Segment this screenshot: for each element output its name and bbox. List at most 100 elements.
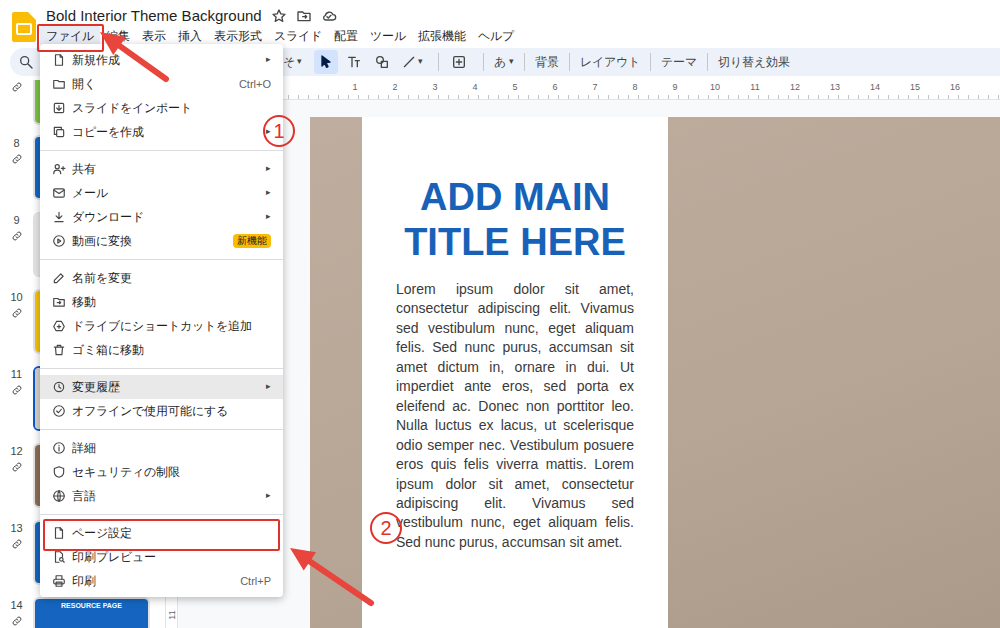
slide-number-column: 13 xyxy=(0,520,33,592)
menu-item[interactable]: メール▸ xyxy=(40,181,283,205)
select-tool[interactable] xyxy=(314,50,338,74)
menu-item[interactable]: 移動 xyxy=(40,290,283,314)
menu-item[interactable]: ドライブにショートカットを追加 xyxy=(40,314,283,338)
menu-bar-item[interactable]: 表示形式 xyxy=(208,26,268,46)
insert-icon xyxy=(451,54,467,70)
menu-item[interactable]: 新規作成▸ xyxy=(40,48,283,72)
caret-icon: ▾ xyxy=(418,55,423,69)
ruler-label: 13 xyxy=(815,80,855,99)
submenu-arrow-icon: ▸ xyxy=(261,162,271,176)
cloud-saved-icon xyxy=(321,8,337,24)
menu-item[interactable]: スライドをインポート xyxy=(40,96,283,120)
document-title[interactable]: Bold Interior Theme Background xyxy=(46,6,262,26)
textbox-icon xyxy=(346,54,362,70)
toolbar-separator xyxy=(650,53,651,71)
menu-item[interactable]: オフラインで使用可能にする xyxy=(40,399,283,423)
menu-item[interactable]: セキュリティの制限 xyxy=(40,460,283,484)
toolbar-button[interactable]: 背景 xyxy=(533,53,561,71)
zoom-label: そ xyxy=(283,53,295,71)
share-icon xyxy=(52,162,66,176)
slide-thumbnail-row[interactable]: 14RESOURCE PAGE xyxy=(0,592,165,628)
menu-bar-item[interactable]: ツール xyxy=(364,26,412,46)
menu-item[interactable]: 詳細 xyxy=(40,436,283,460)
search-icon xyxy=(18,54,34,70)
submenu-arrow-icon: ▸ xyxy=(261,210,271,224)
menu-item[interactable]: 印刷プレビュー xyxy=(40,545,283,569)
video-icon xyxy=(52,234,66,248)
menu-item[interactable]: 言語▸ xyxy=(40,484,283,508)
info-icon xyxy=(52,441,66,455)
menu-item-label: 新規作成 xyxy=(72,51,255,69)
slide-number-column: 14 xyxy=(0,597,33,628)
menu-item[interactable]: ダウンロード▸ xyxy=(40,205,283,229)
slide-number-column: 12 xyxy=(0,443,33,515)
ruler-label: 10 xyxy=(695,80,735,99)
toolbar-button[interactable]: レイアウト xyxy=(578,53,642,71)
link-icon xyxy=(11,615,23,627)
toolbar-button-label: 切り替え効果 xyxy=(718,53,790,71)
menu-item[interactable]: 動画に変換新機能 xyxy=(40,229,283,253)
slide[interactable]: ADD MAINTITLE HERE Lorem ipsum dolor sit … xyxy=(310,117,1000,628)
menu-item[interactable]: 共有▸ xyxy=(40,157,283,181)
link-icon xyxy=(11,384,23,396)
menu-bar-item[interactable]: 挿入 xyxy=(172,26,208,46)
shape-tool[interactable] xyxy=(370,50,394,74)
line-icon xyxy=(401,54,417,70)
select-icon xyxy=(318,54,334,70)
menu-bar-item[interactable]: ヘルプ xyxy=(472,26,520,46)
globe-icon xyxy=(52,489,66,503)
canvas: 12345678910111213141516 ADD MAINTITLE HE… xyxy=(178,80,1000,628)
ruler-label: 8 xyxy=(615,80,655,99)
textbox-tool[interactable] xyxy=(342,50,366,74)
menu-bar: ファイル編集表示挿入表示形式スライド配置ツール拡張機能ヘルプ xyxy=(40,26,1000,46)
submenu-arrow-icon: ▸ xyxy=(261,186,271,200)
mail-icon xyxy=(52,186,66,200)
shape-icon xyxy=(374,54,390,70)
ruler-label: 11 xyxy=(735,80,775,99)
offline-icon xyxy=(52,404,66,418)
move-icon xyxy=(52,295,66,309)
slide-thumbnail[interactable]: RESOURCE PAGE xyxy=(33,597,150,628)
menu-item[interactable]: 開くCtrl+O xyxy=(40,72,283,96)
toolbar-separator xyxy=(569,53,570,71)
menu-bar-item[interactable]: 拡張機能 xyxy=(412,26,472,46)
menu-item[interactable]: ページ設定 xyxy=(40,521,283,545)
toolbar-separator xyxy=(483,53,484,71)
link-icon xyxy=(11,461,23,473)
toolbar-separator xyxy=(524,53,525,71)
menu-item[interactable]: 名前を変更 xyxy=(40,266,283,290)
slide-title[interactable]: ADD MAINTITLE HERE xyxy=(372,175,658,265)
insert-tool[interactable] xyxy=(447,50,471,74)
drive-icon xyxy=(52,319,66,333)
slides-logo-icon[interactable] xyxy=(12,12,36,42)
toolbar-button-label: レイアウト xyxy=(580,53,640,71)
menu-bar-item[interactable]: スライド xyxy=(268,26,328,46)
menu-bar-item[interactable]: 表示 xyxy=(136,26,172,46)
header-main: Bold Interior Theme Background ファイル編集表示挿… xyxy=(46,0,1000,46)
line-tool[interactable]: ▾ xyxy=(398,50,426,74)
toolbar-button[interactable]: あ▾ xyxy=(492,53,516,71)
menu-bar-item[interactable]: ファイル xyxy=(40,26,100,46)
slide-body-text[interactable]: Lorem ipsum dolor sit amet, consectetur … xyxy=(396,280,634,552)
menu-item[interactable]: コピーを作成▸ xyxy=(40,120,283,144)
doc-icon xyxy=(52,526,66,540)
step-number-badge: 2 xyxy=(370,512,402,544)
doc-icon xyxy=(52,53,66,67)
slides-window: Bold Interior Theme Background ファイル編集表示挿… xyxy=(0,0,1000,628)
menu-item-label: 開く xyxy=(72,75,233,93)
zoom-dropdown[interactable]: そ▾ xyxy=(283,53,302,71)
text-panel[interactable]: ADD MAINTITLE HERE Lorem ipsum dolor sit … xyxy=(362,117,668,628)
link-icon xyxy=(11,81,23,93)
menu-bar-item[interactable]: 配置 xyxy=(328,26,364,46)
menu-item-label: オフラインで使用可能にする xyxy=(72,402,271,420)
menu-item[interactable]: 印刷Ctrl+P xyxy=(40,569,283,593)
menu-item[interactable]: ゴミ箱に移動 xyxy=(40,338,283,362)
menu-bar-item[interactable]: 編集 xyxy=(100,26,136,46)
toolbar-button[interactable]: 切り替え効果 xyxy=(716,53,792,71)
history-icon xyxy=(52,380,66,394)
thumbnail-fill: RESOURCE PAGE xyxy=(35,599,148,628)
shortcut-label: Ctrl+P xyxy=(240,573,271,590)
menu-item[interactable]: 変更履歴▸ xyxy=(40,375,283,399)
toolbar-button[interactable]: テーマ xyxy=(659,53,699,71)
folder-icon xyxy=(52,77,66,91)
